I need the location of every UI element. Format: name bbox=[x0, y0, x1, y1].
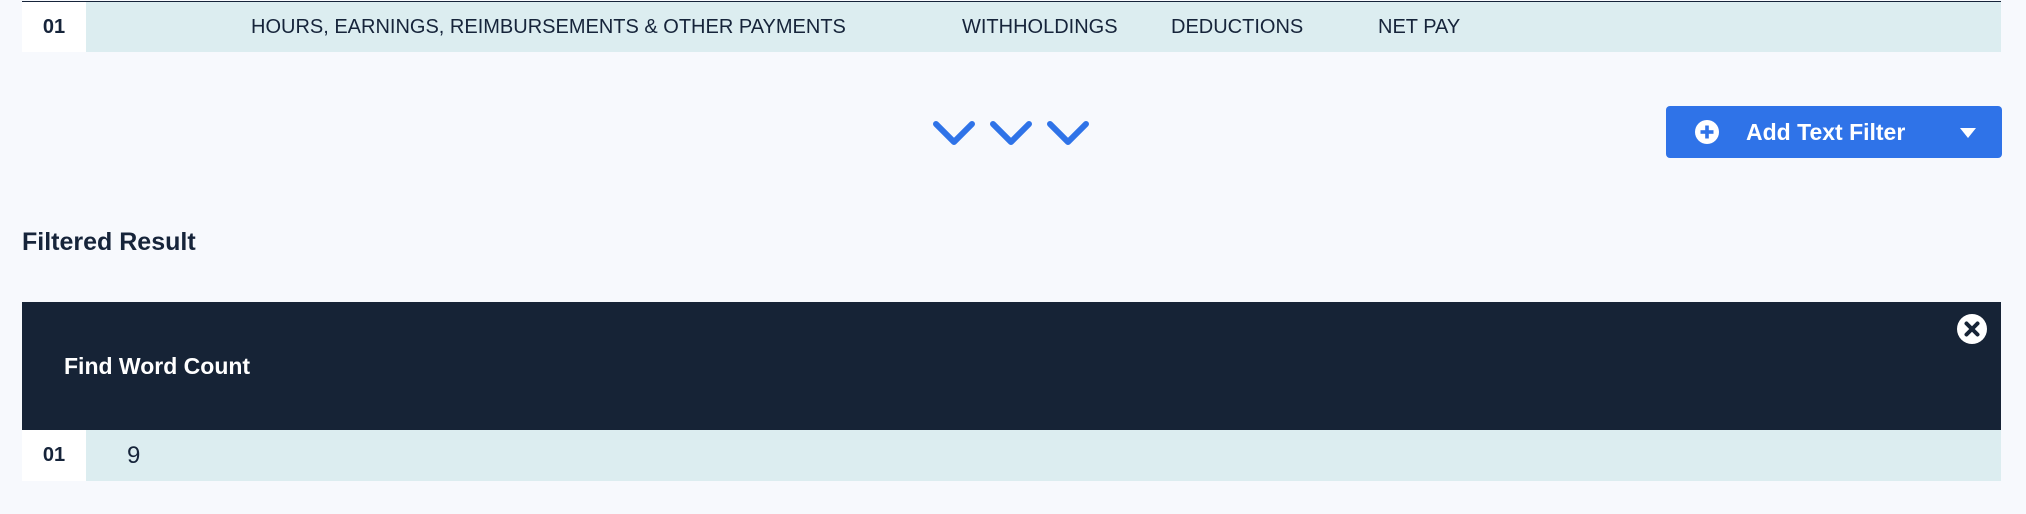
row-number: 01 bbox=[22, 430, 86, 481]
panel-title: Find Word Count bbox=[64, 352, 251, 379]
column-withholdings: WITHHOLDINGS bbox=[962, 15, 1118, 38]
expand-chevrons[interactable] bbox=[932, 118, 1090, 148]
row-number: 01 bbox=[22, 2, 86, 52]
header-row: 01 HOURS, EARNINGS, REIMBURSEMENTS & OTH… bbox=[22, 1, 2001, 52]
column-hours-earnings: HOURS, EARNINGS, REIMBURSEMENTS & OTHER … bbox=[251, 15, 846, 38]
chevron-down-icon[interactable] bbox=[1046, 118, 1090, 148]
chevron-down-icon[interactable] bbox=[989, 118, 1033, 148]
add-text-filter-label: Add Text Filter bbox=[1746, 118, 1906, 145]
result-row: 01 9 bbox=[22, 430, 2001, 481]
word-count-value: 9 bbox=[127, 441, 141, 469]
caret-down-icon[interactable] bbox=[1960, 128, 1976, 138]
add-text-filter-button[interactable]: Add Text Filter bbox=[1666, 106, 2002, 158]
column-deductions: DEDUCTIONS bbox=[1171, 15, 1304, 38]
filtered-result-title: Filtered Result bbox=[22, 228, 196, 256]
column-net-pay: NET PAY bbox=[1378, 15, 1461, 38]
chevron-down-icon[interactable] bbox=[932, 118, 976, 148]
close-circle-icon[interactable] bbox=[1957, 314, 1987, 344]
plus-circle-icon bbox=[1695, 120, 1719, 144]
filter-panel: Find Word Count bbox=[22, 302, 2001, 430]
